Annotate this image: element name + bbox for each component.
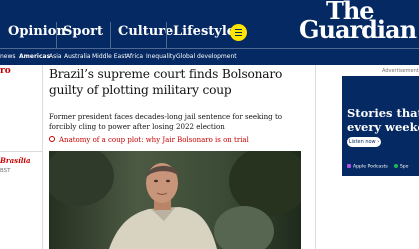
site-header: Opinion Sport Culture Lifestyle The Guar… xyxy=(0,0,419,48)
menu-line xyxy=(235,35,242,37)
subnav-global-development[interactable]: Global development xyxy=(176,52,237,62)
meta-divider xyxy=(0,151,42,152)
subnav-australia[interactable]: Australia xyxy=(64,52,91,62)
subnav-inequality[interactable]: Inequality xyxy=(146,52,176,62)
subnav-americas[interactable]: Americas xyxy=(19,52,50,62)
subnav-news[interactable]: news xyxy=(0,52,16,62)
menu-line xyxy=(235,31,242,34)
nav-sport[interactable]: Sport xyxy=(63,22,103,48)
platform-label: Spo xyxy=(399,164,409,170)
apple-podcasts-icon xyxy=(347,164,351,168)
subnav-middle-east[interactable]: Middle East xyxy=(92,52,127,62)
article-standfirst: Former president faces decades-long jail… xyxy=(49,112,283,131)
related-link-icon xyxy=(49,136,55,142)
listen-now-button[interactable]: Listen now › xyxy=(347,137,381,147)
ad-platforms: Apple Podcasts Spo xyxy=(347,164,414,170)
podcast-ad[interactable]: Stories that m every weekda Listen now ›… xyxy=(342,76,419,176)
spotify-link[interactable]: Spo xyxy=(393,164,409,170)
dateline-place: Brasília xyxy=(0,156,31,165)
advertisement-label: Advertisement xyxy=(382,68,419,74)
menu-button[interactable] xyxy=(230,24,247,41)
nav-divider xyxy=(110,22,111,48)
nav-opinion[interactable]: Opinion xyxy=(8,22,66,48)
logo-guardian: Guardian xyxy=(299,15,417,44)
menu-line xyxy=(235,28,242,30)
subnav: news Americas Asia Australia Middle East… xyxy=(0,48,419,65)
related-link[interactable]: Anatomy of a coup plot: why Jair Bolsona… xyxy=(49,135,309,145)
article-headline: Brazil’s supreme court finds Bolsonaro g… xyxy=(49,67,283,97)
dateline-time: BST xyxy=(0,168,11,174)
photo-illustration xyxy=(49,151,301,249)
nav-divider xyxy=(166,22,167,48)
platform-label: Apple Podcasts xyxy=(353,164,388,170)
nav-divider xyxy=(56,22,57,48)
apple-podcasts-link[interactable]: Apple Podcasts xyxy=(347,164,388,170)
section-label[interactable]: ro xyxy=(0,66,11,76)
subnav-africa[interactable]: Africa xyxy=(126,52,143,62)
nav-lifestyle[interactable]: Lifestyle xyxy=(173,22,235,48)
spotify-icon xyxy=(393,164,398,168)
article-photo xyxy=(49,151,301,249)
ad-title: Stories that m every weekda xyxy=(347,106,419,134)
ad-title-line: Stories that m xyxy=(347,106,419,120)
column-divider xyxy=(42,65,43,249)
column-divider xyxy=(315,65,316,249)
related-link-text: Anatomy of a coup plot: why Jair Bolsona… xyxy=(59,136,249,144)
subnav-asia[interactable]: Asia xyxy=(49,52,62,62)
ad-title-line: every weekda xyxy=(347,120,419,134)
